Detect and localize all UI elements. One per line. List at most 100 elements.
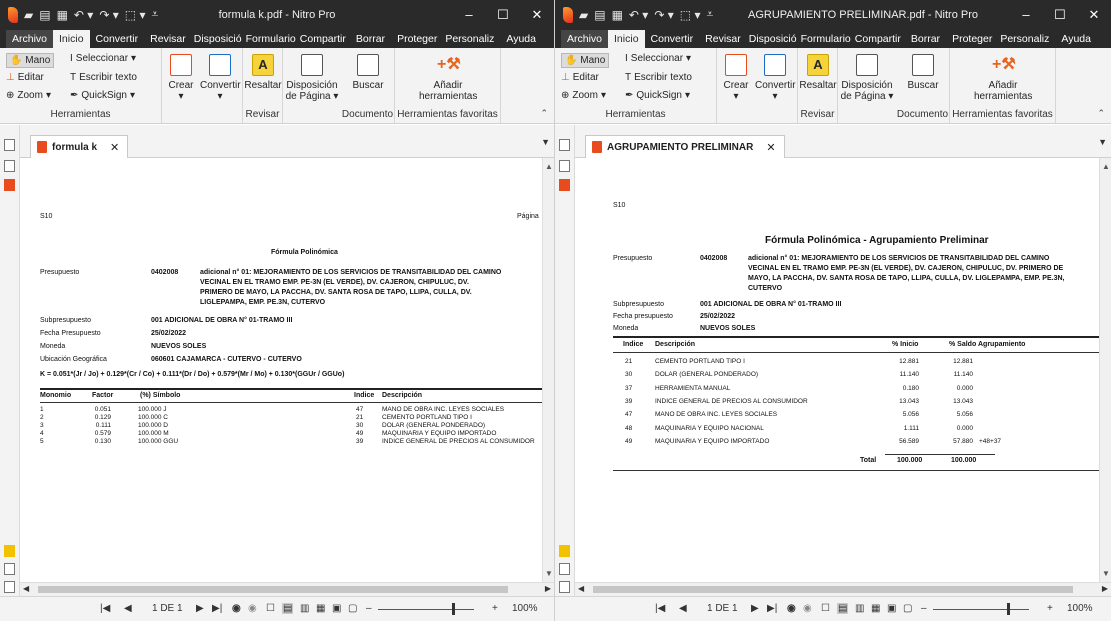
fit-page-icon[interactable]: ▢ xyxy=(903,603,912,614)
tab-revisar[interactable]: Revisar xyxy=(144,30,192,48)
pages-panel-icon[interactable] xyxy=(4,139,15,151)
zoom-in-icon[interactable]: + xyxy=(1047,603,1053,614)
mano-button[interactable]: ✋ Mano xyxy=(6,53,55,68)
scroll-down-icon[interactable]: ▼ xyxy=(545,569,553,578)
customize-quick-access-icon[interactable]: ⩡ xyxy=(706,7,713,22)
select-tool-icon[interactable]: ⬚ ▾ xyxy=(680,8,701,22)
save-icon[interactable]: ▤ xyxy=(39,8,50,22)
pdf-panel-icon[interactable] xyxy=(4,179,15,191)
tab-convertir[interactable]: Convertir xyxy=(90,30,145,48)
zoom-slider[interactable] xyxy=(378,609,474,610)
collapse-ribbon-icon[interactable]: ⌃ xyxy=(1097,108,1105,119)
convertir-button[interactable]: Convertir ▾ xyxy=(755,54,796,102)
scroll-left-icon[interactable]: ◀ xyxy=(23,584,29,593)
zoom-out-icon[interactable]: – xyxy=(366,603,372,614)
layers-icon[interactable] xyxy=(559,581,570,593)
buscar-button[interactable]: Buscar xyxy=(347,54,389,91)
tab-list-dropdown-icon[interactable]: ▼ xyxy=(1098,137,1107,147)
scroll-left-icon[interactable]: ◀ xyxy=(578,584,584,593)
attachments-icon[interactable] xyxy=(559,563,570,575)
horizontal-scroll-thumb[interactable] xyxy=(38,586,508,593)
page-view[interactable]: S10 Página Fórmula Polinómica Presupuest… xyxy=(20,158,542,582)
scroll-down-icon[interactable]: ▼ xyxy=(1102,569,1110,578)
tab-compartir[interactable]: Compartir xyxy=(853,30,905,48)
comments-icon[interactable] xyxy=(559,545,570,557)
zoom-button[interactable]: ⊕ Zoom ▾ xyxy=(561,90,606,101)
pages-panel-icon[interactable] xyxy=(559,139,570,151)
last-page-icon[interactable]: ▶| xyxy=(767,603,777,614)
minimize-button[interactable]: – xyxy=(1009,0,1043,29)
crear-button[interactable]: Crear ▾ xyxy=(721,54,751,102)
next-page-icon[interactable]: ▶ xyxy=(751,603,759,614)
go-back-icon[interactable]: ◉ xyxy=(232,603,241,614)
first-page-icon[interactable]: |◀ xyxy=(100,603,110,614)
tab-borrar[interactable]: Borrar xyxy=(350,30,391,48)
escribir-texto-button[interactable]: T Escribir texto xyxy=(625,72,692,83)
tab-formulario[interactable]: Formulario xyxy=(799,30,853,48)
tab-revisar[interactable]: Revisar xyxy=(699,30,747,48)
bookmarks-panel-icon[interactable] xyxy=(4,160,15,172)
horizontal-scroll-thumb[interactable] xyxy=(593,586,1073,593)
customize-quick-access-icon[interactable]: ⩡ xyxy=(151,7,158,22)
minimize-button[interactable]: – xyxy=(452,0,486,29)
scroll-right-icon[interactable]: ▶ xyxy=(545,584,551,593)
close-tab-icon[interactable]: ✕ xyxy=(110,141,119,154)
tab-proteger[interactable]: Proteger xyxy=(946,30,998,48)
fit-page-icon[interactable]: ▢ xyxy=(348,603,357,614)
open-icon[interactable]: ▰ xyxy=(24,8,33,22)
first-page-icon[interactable]: |◀ xyxy=(655,603,665,614)
tab-personalizar[interactable]: Personaliz xyxy=(998,30,1055,48)
tab-formulario[interactable]: Formulario xyxy=(244,30,298,48)
tab-inicio[interactable]: Inicio xyxy=(53,30,90,48)
go-forward-icon[interactable]: ◉ xyxy=(248,603,257,614)
go-back-icon[interactable]: ◉ xyxy=(787,603,796,614)
vertical-scrollbar[interactable]: ▲ ▼ xyxy=(1099,158,1111,582)
zoom-slider-handle[interactable] xyxy=(452,603,455,615)
single-page-view-icon[interactable]: ☐ xyxy=(821,603,830,614)
quicksign-button[interactable]: ✒ QuickSign ▾ xyxy=(625,90,690,101)
seleccionar-button[interactable]: I Seleccionar ▾ xyxy=(70,53,136,64)
open-icon[interactable]: ▰ xyxy=(579,8,588,22)
continuous-view-icon[interactable]: ▤ xyxy=(282,603,294,614)
facing-view-icon[interactable]: ▥ xyxy=(855,603,864,614)
tab-disposicion[interactable]: Disposició xyxy=(747,30,799,48)
convertir-button[interactable]: Convertir ▾ xyxy=(200,54,241,102)
redo-icon[interactable]: ↷ ▾ xyxy=(99,8,118,22)
facing-view-icon[interactable]: ▥ xyxy=(300,603,309,614)
zoom-level[interactable]: 100% xyxy=(1067,603,1093,614)
resaltar-button[interactable]: A Resaltar xyxy=(243,54,283,91)
zoom-in-icon[interactable]: + xyxy=(492,603,498,614)
close-tab-icon[interactable]: ✕ xyxy=(766,141,775,154)
previous-page-icon[interactable]: ◀ xyxy=(679,603,687,614)
zoom-slider[interactable] xyxy=(933,609,1029,610)
tab-personalizar[interactable]: Personaliz xyxy=(443,30,500,48)
zoom-slider-handle[interactable] xyxy=(1007,603,1010,615)
layers-icon[interactable] xyxy=(4,581,15,593)
quicksign-button[interactable]: ✒ QuickSign ▾ xyxy=(70,90,135,101)
last-page-icon[interactable]: ▶| xyxy=(212,603,222,614)
tab-ayuda[interactable]: Ayuda xyxy=(500,30,542,48)
tab-borrar[interactable]: Borrar xyxy=(905,30,946,48)
horizontal-scrollbar[interactable]: ◀ ▶ xyxy=(20,582,554,596)
maximize-button[interactable]: ☐ xyxy=(1043,0,1077,29)
editar-button[interactable]: ⊥ Editar xyxy=(561,72,599,83)
print-icon[interactable]: ▦ xyxy=(612,8,623,22)
tab-proteger[interactable]: Proteger xyxy=(391,30,443,48)
redo-icon[interactable]: ↷ ▾ xyxy=(654,8,673,22)
horizontal-scrollbar[interactable]: ◀ ▶ xyxy=(575,582,1111,596)
single-page-view-icon[interactable]: ☐ xyxy=(266,603,275,614)
undo-icon[interactable]: ↶ ▾ xyxy=(74,8,93,22)
attachments-icon[interactable] xyxy=(4,563,15,575)
comments-icon[interactable] xyxy=(4,545,15,557)
bookmarks-panel-icon[interactable] xyxy=(559,160,570,172)
scroll-up-icon[interactable]: ▲ xyxy=(1102,162,1110,171)
scroll-right-icon[interactable]: ▶ xyxy=(1102,584,1108,593)
close-button[interactable]: ✕ xyxy=(520,0,554,29)
document-tab[interactable]: formula k ✕ xyxy=(30,135,129,158)
facing-continuous-view-icon[interactable]: ▦ xyxy=(316,603,325,614)
tab-archivo[interactable]: Archivo xyxy=(561,30,609,48)
close-button[interactable]: ✕ xyxy=(1077,0,1111,29)
pdf-panel-icon[interactable] xyxy=(559,179,570,191)
disposicion-pagina-button[interactable]: Disposición de Página ▾ xyxy=(285,54,339,102)
print-icon[interactable]: ▦ xyxy=(57,8,68,22)
